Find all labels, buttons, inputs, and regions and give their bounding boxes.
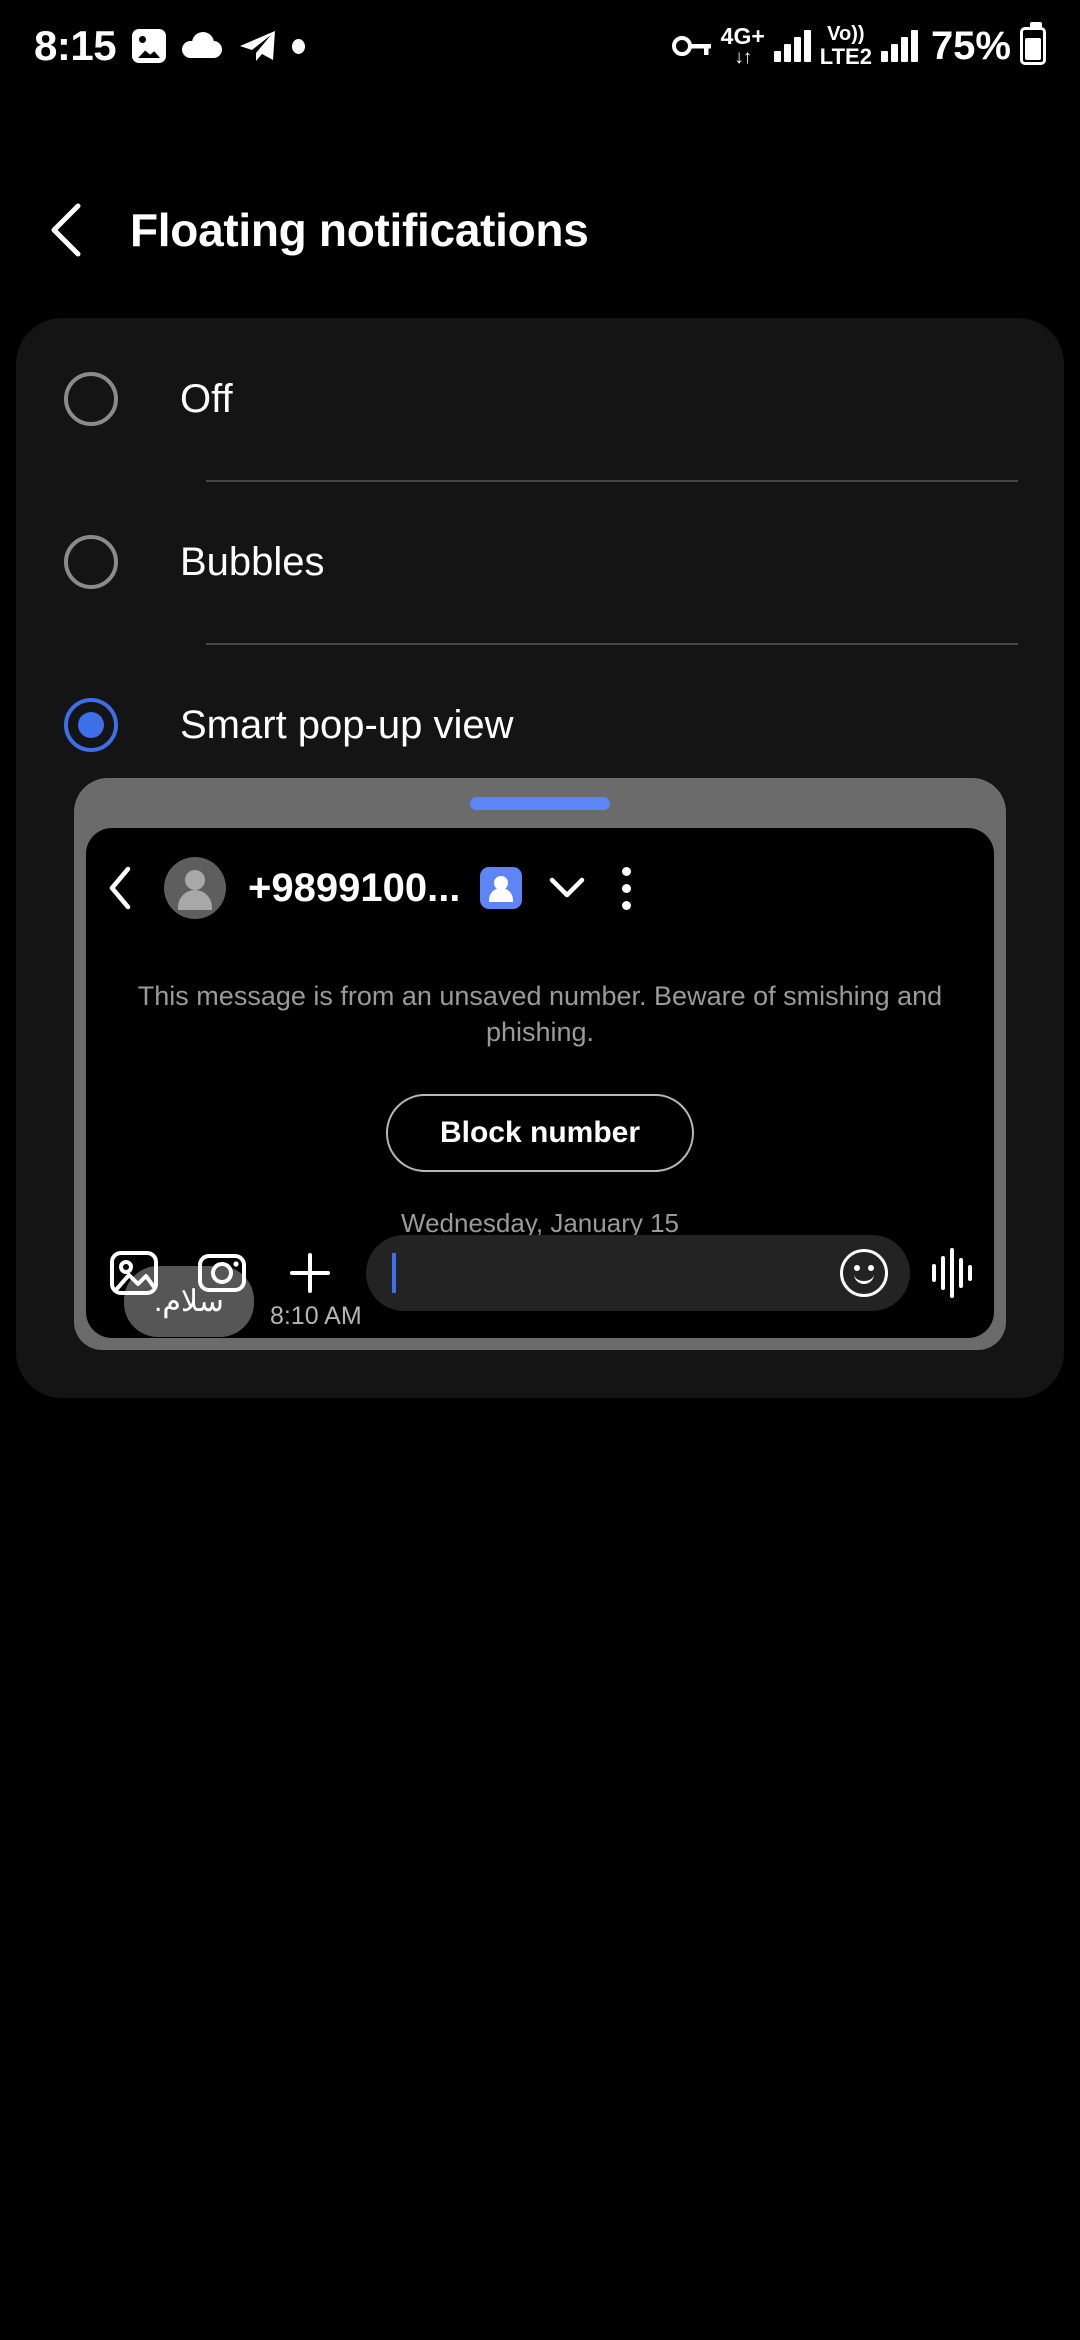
photos-icon — [132, 29, 167, 63]
status-bar-clock: 8:15 — [34, 22, 117, 69]
option-label-smart-popup-view: Smart pop-up view — [180, 702, 514, 747]
radio-bubbles[interactable] — [64, 535, 118, 589]
camera-icon[interactable] — [196, 1247, 248, 1299]
option-row-off[interactable]: Off — [16, 318, 1064, 480]
contact-avatar[interactable] — [164, 857, 226, 919]
option-label-off: Off — [180, 376, 233, 421]
contact-name: +9899100... — [248, 865, 461, 910]
emoji-icon[interactable] — [840, 1249, 888, 1297]
chat-back-chevron-icon[interactable] — [106, 866, 134, 910]
chevron-down-icon[interactable] — [548, 876, 586, 900]
status-bar-right: 4G+ ↓↑ Vo)) LTE2 75% — [671, 22, 1046, 69]
radio-smart-popup-view[interactable] — [64, 698, 118, 752]
status-bar-left: 8:15 — [34, 22, 306, 70]
option-label-bubbles: Bubbles — [180, 539, 325, 584]
battery-percent-label: 75% — [930, 23, 1011, 68]
signal-bars-sim1-icon — [773, 30, 811, 62]
page-title: Floating notifications — [130, 204, 589, 256]
message-input[interactable] — [366, 1235, 910, 1311]
chat-header: +9899100... — [86, 828, 994, 948]
option-row-bubbles[interactable]: Bubbles — [16, 481, 1064, 643]
contact-card-icon[interactable] — [480, 867, 523, 909]
text-cursor — [392, 1253, 396, 1293]
page-header: Floating notifications — [0, 170, 1080, 290]
volte-indicator: Vo)) LTE2 — [819, 22, 872, 69]
dot-icon — [292, 38, 306, 54]
radio-off[interactable] — [64, 372, 118, 426]
key-icon — [671, 31, 712, 61]
telegram-icon — [238, 29, 276, 63]
unsaved-number-warning: This message is from an unsaved number. … — [137, 981, 943, 1048]
plus-icon[interactable] — [284, 1247, 336, 1299]
data-arrows-icon: ↓↑ — [734, 47, 752, 68]
status-bar: 8:15 4G+ ↓↑ Vo)) LTE2 75% — [0, 0, 1080, 92]
more-options-icon[interactable] — [622, 866, 632, 910]
image-icon[interactable] — [108, 1247, 160, 1299]
voice-waveform-icon[interactable] — [932, 1248, 972, 1298]
smart-popup-preview-window: +9899100... This message is from an unsa… — [74, 778, 1006, 1350]
popup-chat-content: +9899100... This message is from an unsa… — [86, 828, 994, 1338]
back-chevron-icon[interactable] — [48, 202, 86, 258]
chat-input-toolbar — [86, 1208, 994, 1338]
battery-icon — [1020, 22, 1046, 65]
block-number-button[interactable]: Block number — [385, 1094, 695, 1172]
cloud-icon — [182, 32, 223, 60]
signal-bars-sim2-icon — [880, 30, 918, 62]
popup-drag-handle[interactable] — [470, 797, 610, 810]
network-type-label: 4G+ ↓↑ — [720, 23, 765, 68]
